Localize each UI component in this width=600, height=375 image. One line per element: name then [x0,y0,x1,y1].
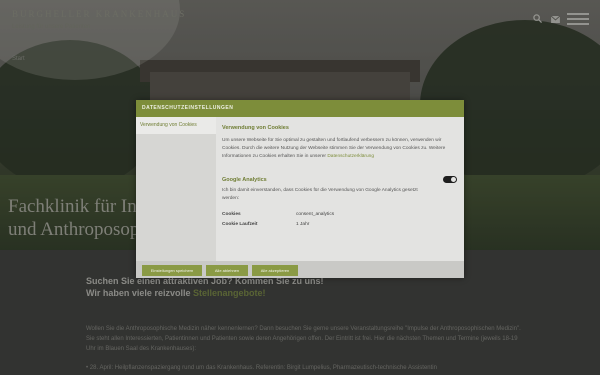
cookie-duration-key: Cookie Laufzeit [222,222,257,227]
accept-all-button[interactable]: Alle akzeptieren [252,265,298,276]
cookies-section-text: Um unsere Webseite für Sie optimal zu ge… [222,137,458,161]
cookies-value: consent_analytics [296,212,335,217]
privacy-policy-link[interactable]: Datenschutzerklärung [327,154,374,159]
cookie-duration-value: 1 Jahr [296,222,310,227]
analytics-toggle[interactable] [443,176,457,183]
privacy-settings-dialog: DATENSCHUTZEINSTELLUNGEN Verwendung von … [136,100,464,278]
dialog-content: Verwendung von Cookies Um unsere Webseit… [222,117,458,261]
sidebar-item-cookies[interactable]: Verwendung von Cookies [136,117,216,134]
cookies-section-title: Verwendung von Cookies [222,125,289,131]
cookie-duration-key-label: Cookie Laufzeit [222,222,258,227]
cookies-key-label: Cookies [222,212,241,217]
cookies-key: Cookies [222,212,241,217]
dialog-sidebar: Verwendung von Cookies [136,117,216,261]
save-settings-button[interactable]: Einstellungen speichern [142,265,202,276]
analytics-section-title: Google Analytics [222,177,267,183]
dialog-title: DATENSCHUTZEINSTELLUNGEN [136,100,464,117]
analytics-section-text: Ich bin damit einverstanden, dass Cookie… [222,188,418,201]
reject-all-button[interactable]: Alle ablehnen [206,265,248,276]
